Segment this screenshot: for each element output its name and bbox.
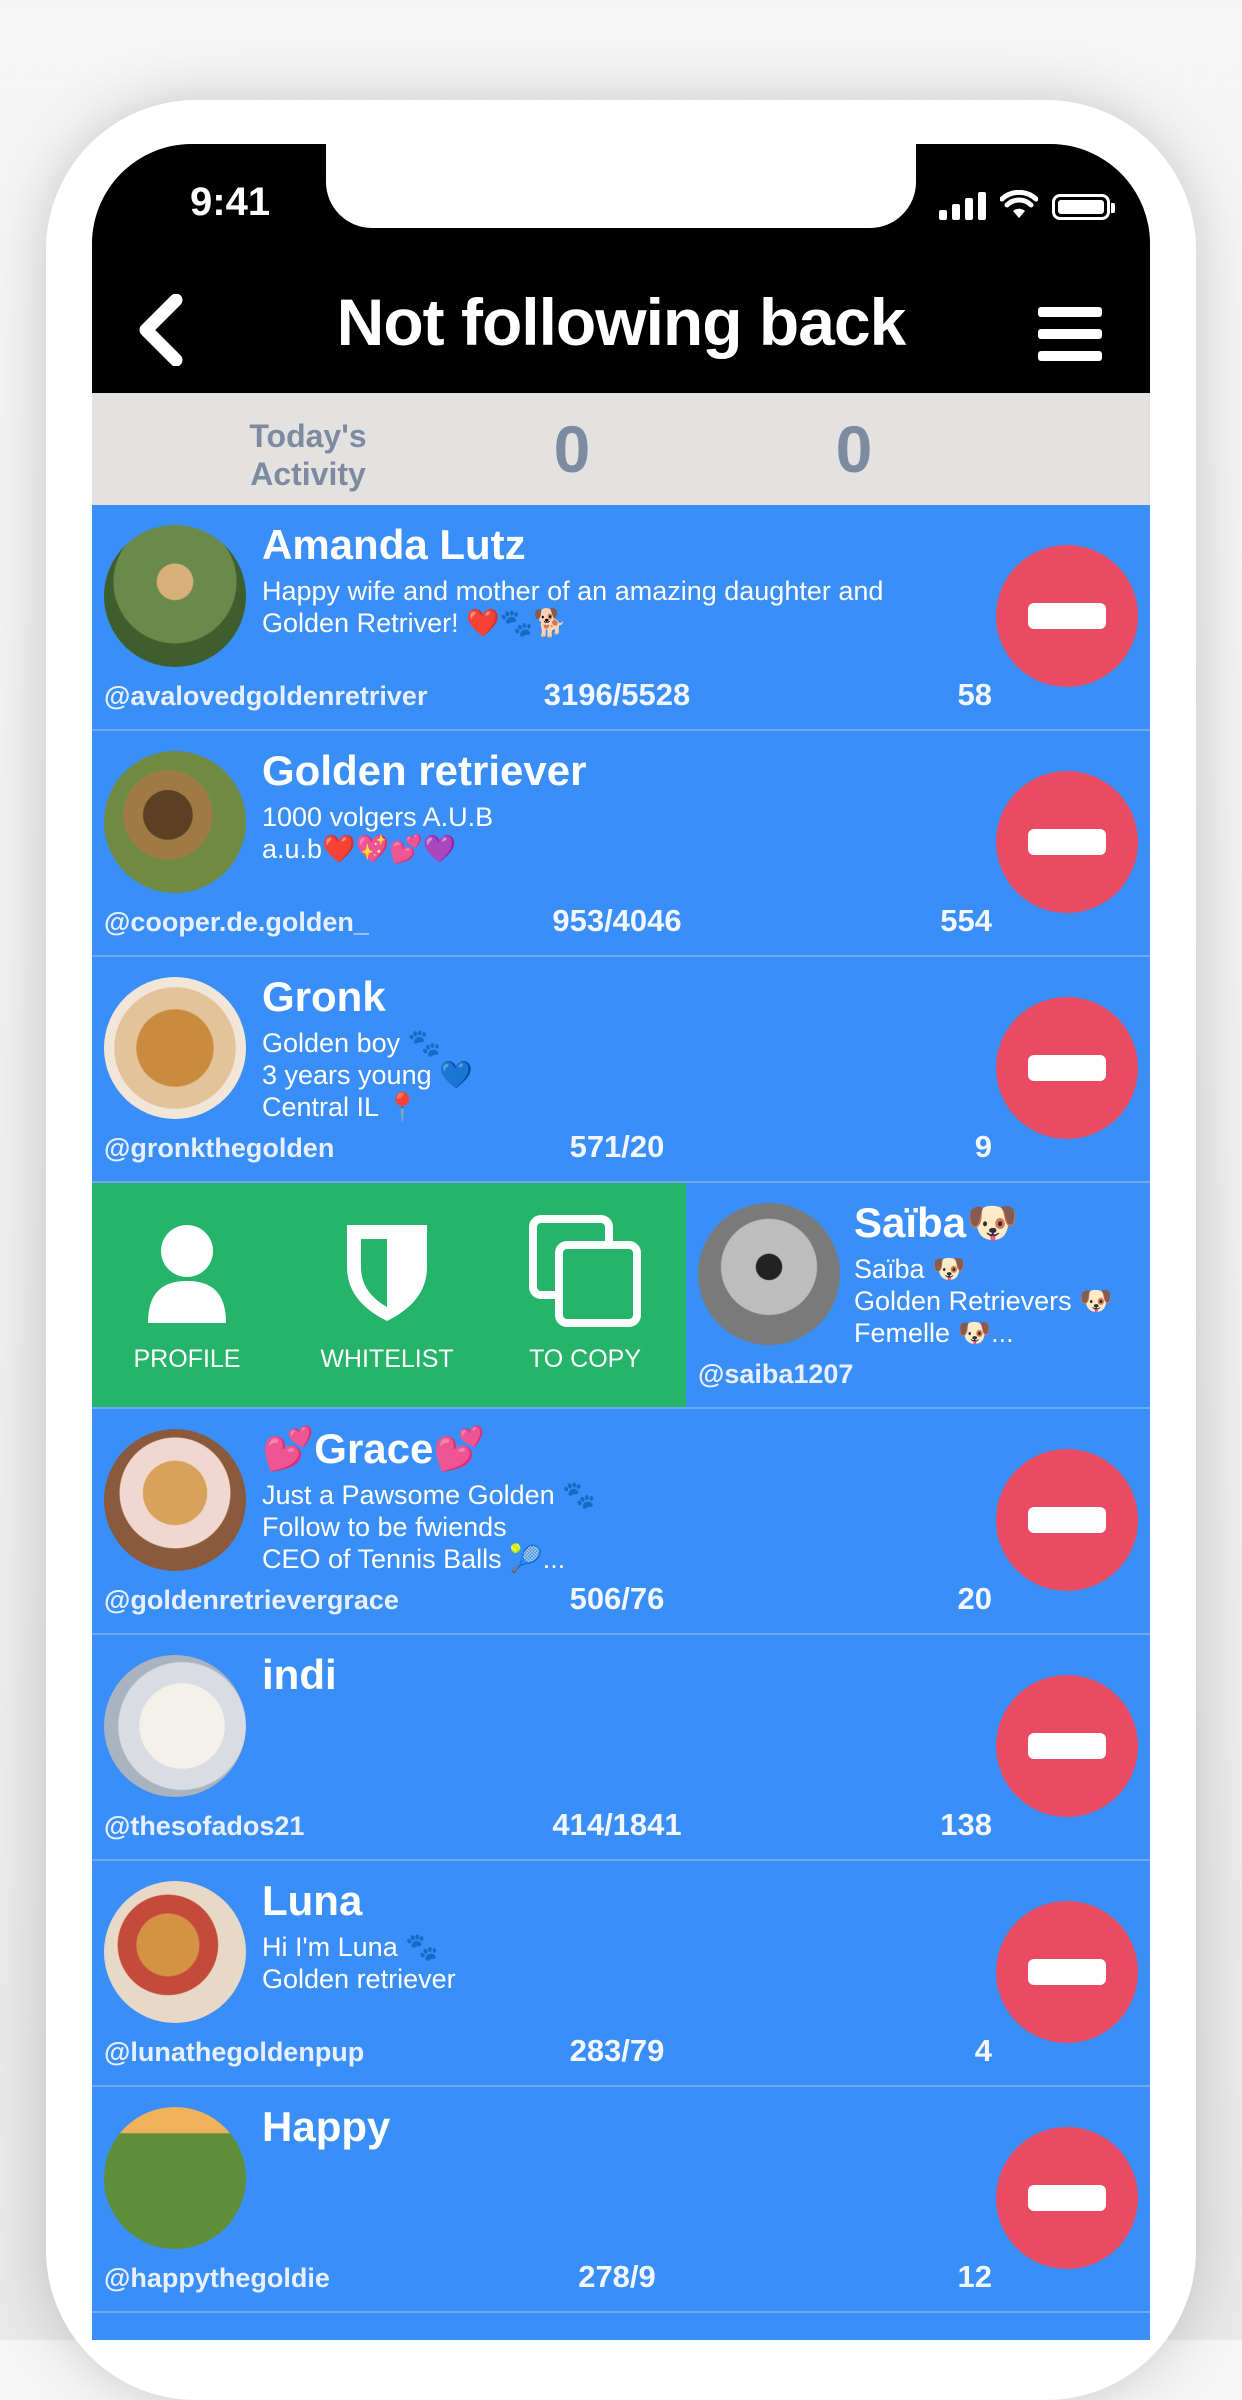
user-handle: @cooper.de.golden_ <box>104 907 369 937</box>
user-handle: @goldenretrievergrace <box>104 1585 399 1615</box>
unfollow-button[interactable] <box>996 1675 1138 1817</box>
app-screen: 9:41 Not following back Today's Activity <box>92 144 1150 2340</box>
unfollow-button[interactable] <box>996 2127 1138 2269</box>
user-bio: Just a Pawsome Golden 🐾 Follow to be fwi… <box>262 1480 596 1574</box>
user-name: Saïba🐶 <box>854 1199 1019 1246</box>
list-item[interactable]: Golden retriever 1000 volgers A.U.B a.u.… <box>92 731 1150 957</box>
user-handle: @gronkthegolden <box>104 1133 335 1163</box>
activity-label-text: Today's Activity <box>249 418 367 492</box>
unfollow-button[interactable] <box>996 1449 1138 1591</box>
copy-action-button[interactable]: TO COPY <box>490 1215 680 1393</box>
avatar[interactable] <box>104 1429 246 1571</box>
activity-value-2: 0 <box>835 412 873 486</box>
list-item[interactable]: Gronk Golden boy 🐾 3 years young 💙 Centr… <box>92 957 1150 1183</box>
avatar[interactable] <box>104 751 246 893</box>
post-count: 20 <box>957 1581 992 1616</box>
minus-icon <box>1028 1733 1106 1759</box>
user-handle: @lunathegoldenpup <box>104 2037 365 2067</box>
activity-bar: Today's Activity 0 0 <box>92 393 1150 505</box>
unfollow-button[interactable] <box>996 1901 1138 2043</box>
activity-value-1: 0 <box>553 412 591 486</box>
list-item[interactable]: Happy @happythegoldie 278/9 12 <box>92 2087 1150 2313</box>
avatar[interactable] <box>104 2107 246 2249</box>
list-item[interactable]: 💕Grace💕 Just a Pawsome Golden 🐾 Follow t… <box>92 1409 1150 1635</box>
minus-icon <box>1028 603 1106 629</box>
list-item[interactable]: indi @thesofados21 414/1841 138 <box>92 1635 1150 1861</box>
avatar[interactable] <box>104 977 246 1119</box>
follow-ratio: 414/1841 <box>552 1807 682 1842</box>
avatar[interactable] <box>104 525 246 667</box>
notch <box>326 144 916 228</box>
user-handle: @avalovedgoldenretriver <box>104 681 428 711</box>
user-bio: Hi I'm Luna 🐾 Golden retriever <box>262 1932 456 1994</box>
list-item[interactable]: Amanda Lutz Happy wife and mother of an … <box>92 505 1150 731</box>
minus-icon <box>1028 2185 1106 2211</box>
activity-label: Today's Activity <box>238 417 378 493</box>
menu-button[interactable] <box>1038 307 1102 373</box>
unfollow-button[interactable] <box>996 997 1138 1139</box>
profile-action-label: PROFILE <box>133 1345 241 1373</box>
cellular-signal-icon <box>939 192 986 220</box>
follow-ratio: 283/79 <box>569 2033 665 2068</box>
post-count: 554 <box>940 903 992 938</box>
user-name: Amanda Lutz <box>262 521 526 568</box>
list-item[interactable]: Luna Hi I'm Luna 🐾 Golden retriever @lun… <box>92 1861 1150 2087</box>
follow-ratio: 506/76 <box>569 1581 665 1616</box>
minus-icon <box>1028 1507 1106 1533</box>
post-count: 58 <box>957 677 992 712</box>
minus-icon <box>1028 1055 1106 1081</box>
copy-action-label: TO COPY <box>528 1345 642 1373</box>
user-name: Gronk <box>262 973 386 1020</box>
post-count: 9 <box>974 1129 992 1164</box>
battery-icon <box>1052 194 1115 220</box>
swipe-actions: PROFILE WHITELIST TO COPY <box>92 1183 686 1407</box>
top-bar: 9:41 Not following back <box>92 144 1150 393</box>
shield-icon <box>347 1225 427 1321</box>
user-bio: Golden boy 🐾 3 years young 💙 Central IL … <box>262 1028 473 1122</box>
list-item-swiped[interactable]: PROFILE WHITELIST TO COPY Saïba🐶 Saïba 🐶… <box>92 1183 1150 1409</box>
follow-ratio: 571/20 <box>569 1129 665 1164</box>
copy-icon <box>529 1215 641 1327</box>
minus-icon <box>1028 829 1106 855</box>
avatar[interactable] <box>104 1881 246 2023</box>
user-handle: @thesofados21 <box>104 1811 305 1841</box>
follow-ratio: 953/4046 <box>552 903 682 938</box>
profile-action-button[interactable]: PROFILE <box>92 1223 282 1393</box>
user-name: Happy <box>262 2103 391 2150</box>
unfollow-button[interactable] <box>996 545 1138 687</box>
post-count: 4 <box>974 2033 992 2068</box>
minus-icon <box>1028 1959 1106 1985</box>
person-icon <box>148 1225 226 1323</box>
swiped-row-content[interactable]: Saïba🐶 Saïba 🐶 Golden Retrievers 🐶 Femel… <box>686 1183 1150 1407</box>
user-name: indi <box>262 1651 337 1698</box>
status-time: 9:41 <box>190 180 271 224</box>
whitelist-action-label: WHITELIST <box>320 1345 454 1373</box>
user-bio: Saïba 🐶 Golden Retrievers 🐶 Femelle 🐶... <box>854 1254 1113 1348</box>
avatar[interactable] <box>698 1203 840 1345</box>
unfollow-button[interactable] <box>996 771 1138 913</box>
user-handle: @saiba1207 <box>698 1359 854 1389</box>
user-bio: 1000 volgers A.U.B a.u.b❤️💖💕💜 <box>262 802 494 864</box>
follow-ratio: 3196/5528 <box>543 677 691 712</box>
user-name: Golden retriever <box>262 747 587 794</box>
wifi-icon <box>1000 190 1038 218</box>
avatar[interactable] <box>104 1655 246 1797</box>
follow-ratio: 278/9 <box>578 2259 656 2294</box>
post-count: 138 <box>940 1807 992 1842</box>
post-count: 12 <box>957 2259 992 2294</box>
whitelist-action-button[interactable]: WHITELIST <box>292 1223 482 1393</box>
user-name: 💕Grace💕 <box>262 1425 486 1472</box>
page-title: Not following back <box>336 285 907 359</box>
user-bio: Happy wife and mother of an amazing daug… <box>262 576 884 638</box>
user-name: Luna <box>262 1877 363 1924</box>
user-handle: @happythegoldie <box>104 2263 330 2293</box>
status-icons <box>939 190 1115 220</box>
